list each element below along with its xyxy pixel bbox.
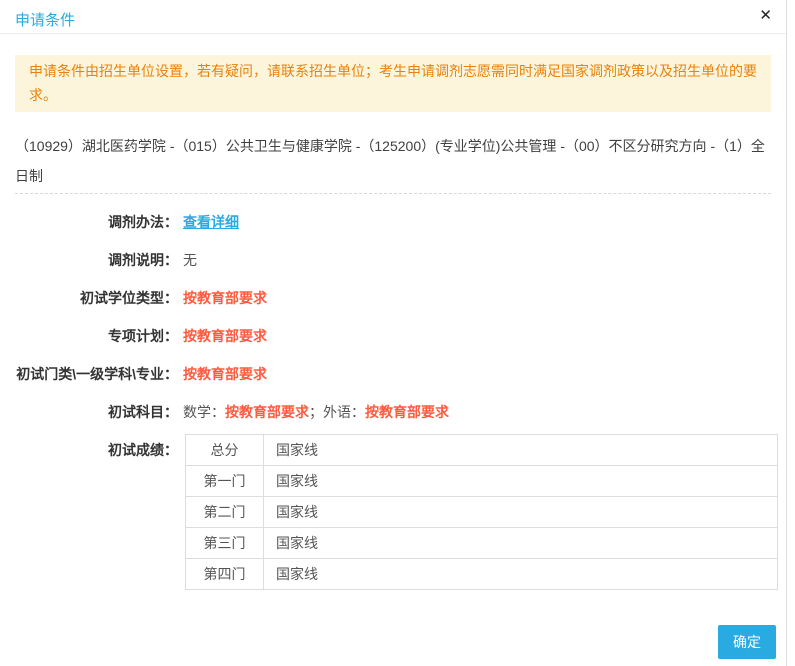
score-name-cell: 第四门 <box>186 559 264 590</box>
program-info: （10929）湖北医药学院 -（015）公共卫生与健康学院 -（125200）(… <box>15 131 771 191</box>
table-row: 第三门 国家线 <box>186 528 778 559</box>
row-discipline-category: 初试门类\一级学科\专业： 按教育部要求 <box>15 367 771 382</box>
separator: ； <box>309 404 323 420</box>
row-special-plan: 专项计划： 按教育部要求 <box>15 329 771 344</box>
modal-header: 申请条件 ✕ <box>0 0 786 34</box>
math-value: 按教育部要求 <box>225 404 309 420</box>
score-name-cell: 第二门 <box>186 497 264 528</box>
field-label: 初试学位类型： <box>15 291 178 306</box>
field-label: 调剂说明： <box>15 253 178 268</box>
field-label: 初试成绩： <box>15 434 178 458</box>
row-transfer-method: 调剂办法： 查看详细 <box>15 215 771 230</box>
table-row: 第四门 国家线 <box>186 559 778 590</box>
field-value: 无 <box>183 253 197 268</box>
field-label: 调剂办法： <box>15 215 178 230</box>
score-name-cell: 第三门 <box>186 528 264 559</box>
table-row: 第二门 国家线 <box>186 497 778 528</box>
condition-rows: 调剂办法： 查看详细 调剂说明： 无 初试学位类型： 按教育部要求 专项计划： … <box>15 215 771 590</box>
field-value: 按教育部要求 <box>183 329 267 344</box>
field-value: 按教育部要求 <box>183 367 267 382</box>
field-label: 专项计划： <box>15 329 178 344</box>
table-row: 总分 国家线 <box>186 435 778 466</box>
scores-table: 总分 国家线 第一门 国家线 第二门 国家线 <box>185 434 778 590</box>
score-value-cell: 国家线 <box>264 559 778 590</box>
score-name-cell: 总分 <box>186 435 264 466</box>
score-value-cell: 国家线 <box>264 497 778 528</box>
row-transfer-note: 调剂说明： 无 <box>15 253 771 268</box>
dashed-divider <box>15 193 771 194</box>
foreign-language-value: 按教育部要求 <box>365 404 449 420</box>
view-details-link[interactable]: 查看详细 <box>183 214 239 230</box>
notice-banner: 申请条件由招生单位设置，若有疑问，请联系招生单位；考生申请调剂志愿需同时满足国家… <box>15 55 771 112</box>
math-label: 数学： <box>183 404 225 420</box>
row-exam-scores: 初试成绩： 总分 国家线 第一门 国家线 <box>15 434 771 590</box>
row-degree-type: 初试学位类型： 按教育部要求 <box>15 291 771 306</box>
dialog-title: 申请条件 <box>15 12 75 29</box>
modal-body: 申请条件由招生单位设置，若有疑问，请联系招生单位；考生申请调剂志愿需同时满足国家… <box>0 55 786 590</box>
close-icon[interactable]: ✕ <box>759 6 772 26</box>
score-value-cell: 国家线 <box>264 435 778 466</box>
score-name-cell: 第一门 <box>186 466 264 497</box>
application-conditions-modal: 申请条件 ✕ 申请条件由招生单位设置，若有疑问，请联系招生单位；考生申请调剂志愿… <box>0 0 787 666</box>
table-row: 第一门 国家线 <box>186 466 778 497</box>
field-label: 初试科目： <box>15 405 178 420</box>
row-exam-subjects: 初试科目： 数学：按教育部要求；外语：按教育部要求 <box>15 405 771 420</box>
score-value-cell: 国家线 <box>264 528 778 559</box>
field-label: 初试门类\一级学科\专业： <box>15 367 178 382</box>
score-value-cell: 国家线 <box>264 466 778 497</box>
foreign-language-label: 外语： <box>323 404 365 420</box>
field-value: 按教育部要求 <box>183 291 267 306</box>
modal-footer: 确定 <box>0 590 786 666</box>
